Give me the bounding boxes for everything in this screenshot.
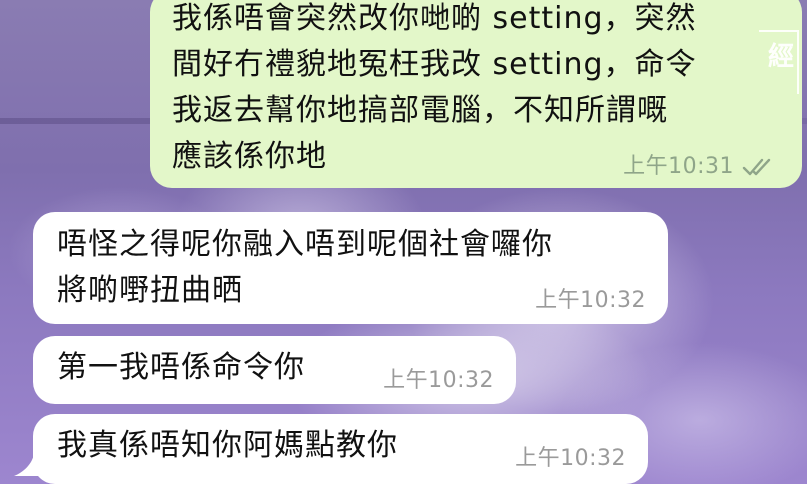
message-meta: 上午10:32 — [515, 446, 626, 472]
message-time: 上午10:31 — [623, 154, 734, 179]
double-check-icon — [742, 158, 771, 176]
incoming-message-bubble[interactable]: 第一我唔係命令你 上午10:32 — [33, 336, 516, 404]
watermark-char: 經 — [767, 42, 794, 72]
outgoing-message-bubble[interactable]: 我係唔會突然改你哋啲 setting，突然 間好冇禮貌地冤枉我改 setting… — [150, 0, 802, 188]
message-time: 上午10:32 — [515, 446, 626, 471]
message-meta: 上午10:32 — [535, 288, 646, 314]
message-time: 上午10:32 — [535, 288, 646, 313]
incoming-message-bubble[interactable]: 唔怪之得呢你融入唔到呢個社會囉你 將啲嘢扭曲晒 上午10:32 — [33, 212, 668, 324]
incoming-message-bubble[interactable]: 我真係唔知你阿媽點教你 上午10:32 — [33, 414, 648, 484]
message-text: 我係唔會突然改你哋啲 setting，突然 間好冇禮貌地冤枉我改 setting… — [172, 1, 697, 174]
watermark-logo: 經 — [759, 30, 799, 94]
message-time: 上午10:32 — [383, 368, 494, 393]
message-meta: 上午10:31 — [623, 154, 774, 180]
message-meta: 上午10:32 — [383, 368, 494, 394]
